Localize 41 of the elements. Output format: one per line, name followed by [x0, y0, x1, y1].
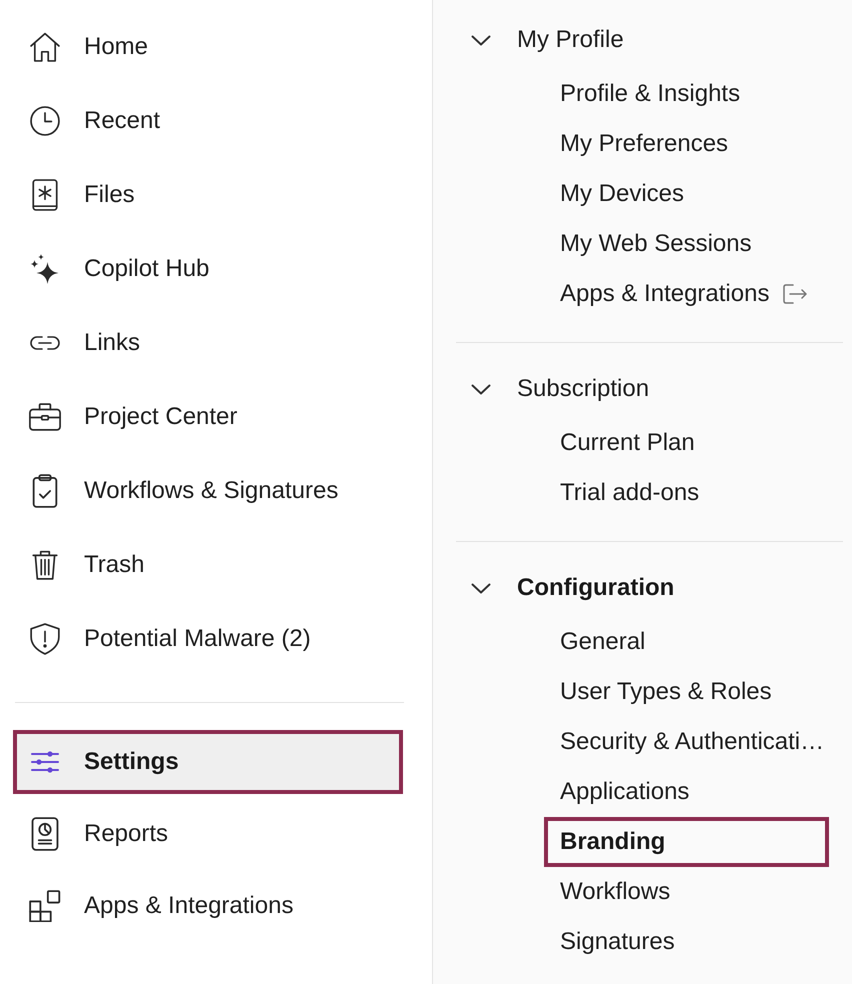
- settings-link[interactable]: Security & Authenticati…: [544, 717, 829, 767]
- nav-item[interactable]: Copilot Hub: [13, 237, 403, 301]
- apps-grid-icon: [29, 890, 61, 922]
- section-header[interactable]: My Profile: [471, 15, 852, 65]
- nav-item[interactable]: Links: [13, 311, 403, 375]
- nav-item[interactable]: Home: [13, 15, 403, 79]
- nav-item[interactable]: Apps & Integrations: [13, 874, 403, 938]
- section-header[interactable]: Subscription: [471, 364, 852, 414]
- nav-item[interactable]: Recent: [13, 89, 403, 153]
- settings-link[interactable]: Workflows: [544, 867, 829, 917]
- home-icon: [29, 32, 61, 62]
- book-icon: [30, 179, 60, 211]
- shield-alert-icon: [29, 623, 61, 655]
- report-icon: [31, 817, 59, 851]
- link-icon: [29, 336, 61, 350]
- settings-link[interactable]: My Preferences: [544, 119, 829, 169]
- settings-link[interactable]: Current Plan: [544, 418, 829, 468]
- settings-link[interactable]: Signatures: [544, 917, 829, 967]
- settings-link[interactable]: My Devices: [544, 169, 829, 219]
- nav-item[interactable]: Files: [13, 163, 403, 227]
- section-header[interactable]: Configuration: [471, 563, 852, 613]
- settings-link[interactable]: My Web Sessions: [544, 219, 829, 269]
- trash-icon: [32, 549, 58, 581]
- sparkles-icon: [30, 253, 60, 285]
- nav-item[interactable]: Potential Malware (2): [13, 607, 403, 671]
- settings-link[interactable]: Apps & Integrations: [544, 269, 829, 319]
- clipboard-check-icon: [32, 474, 58, 508]
- clock-icon: [30, 106, 60, 136]
- nav-item[interactable]: Trash: [13, 533, 403, 597]
- settings-link[interactable]: User Types & Roles: [544, 667, 829, 717]
- nav-item[interactable]: Settings: [13, 730, 403, 794]
- sliders-icon: [30, 750, 60, 774]
- nav-item[interactable]: Workflows & Signatures: [13, 459, 403, 523]
- settings-link[interactable]: Applications: [544, 767, 829, 817]
- settings-link[interactable]: Trial add-ons: [544, 468, 829, 518]
- nav-item[interactable]: Project Center: [13, 385, 403, 449]
- nav-item[interactable]: Reports: [13, 802, 403, 866]
- settings-link[interactable]: Profile & Insights: [544, 69, 829, 119]
- settings-link[interactable]: Branding: [544, 817, 829, 867]
- briefcase-icon: [28, 403, 62, 431]
- settings-link[interactable]: General: [544, 617, 829, 667]
